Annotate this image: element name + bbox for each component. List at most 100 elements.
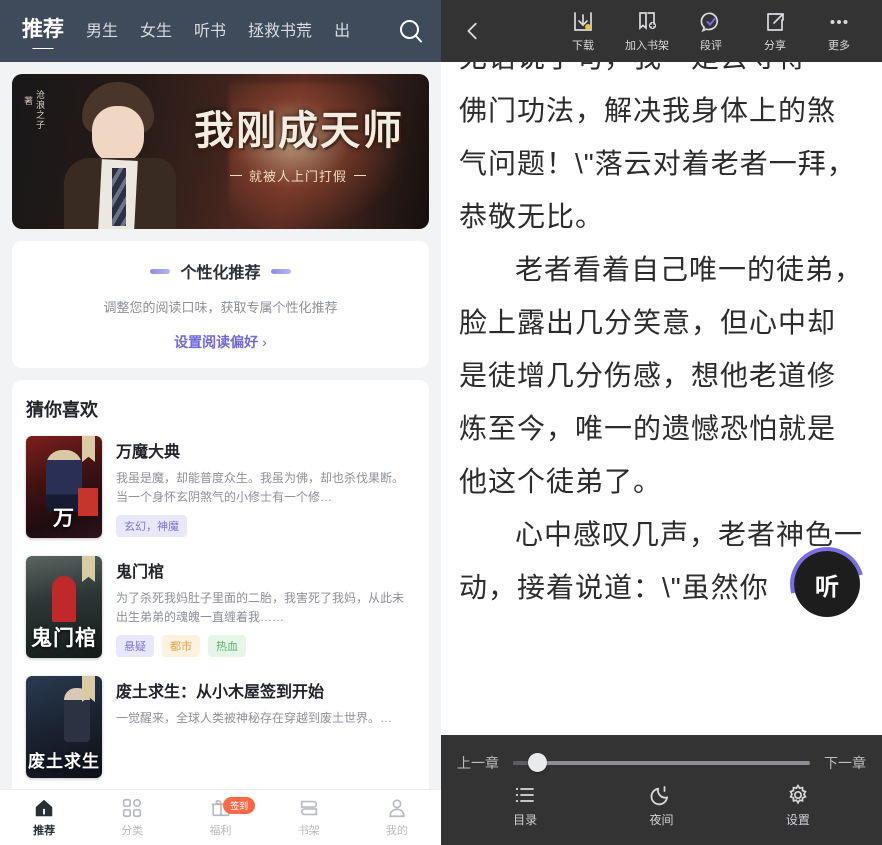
tag[interactable]: 热血 [208, 635, 246, 658]
checkin-badge[interactable]: 签到 [223, 797, 256, 814]
tabbar-item-welfare[interactable]: 签到 福利 [176, 797, 264, 838]
book-cover[interactable]: 鬼门棺 [26, 556, 102, 658]
tab-recommend[interactable]: 推荐 [22, 13, 64, 49]
category-tabs: 推荐 男生 女生 听书 拯救书荒 出 [22, 13, 391, 49]
banner-subtitle-block: 就被人上门打假 [201, 166, 395, 185]
list-item[interactable]: 万 万魔大典 我虽是魔，却能普度众生。我虽为佛，却也杀伐果断。当一个身怀玄阴煞气… [26, 436, 415, 538]
book-title: 鬼门棺 [116, 564, 165, 581]
tag[interactable]: 玄幻，神魔 [116, 515, 187, 538]
prev-chapter-button[interactable]: 上一章 [457, 753, 499, 773]
cover-title-text: 废土求生 [28, 752, 100, 771]
tab-label: 女生 [140, 23, 173, 40]
book-description: 为了杀死我妈肚子里面的二胎，我害死了我妈，从此未出生弟弟的魂魄一直缠着我…… [116, 591, 405, 624]
download-button[interactable]: 下载 [552, 10, 614, 53]
book-info: 废土求生：从小木屋签到开始 一觉醒来，全球人类被神秘存在穿越到废土世界。… [116, 676, 415, 778]
action-label: 目录 [513, 812, 538, 827]
tabbar-item-bookshelf[interactable]: 书架 [265, 797, 353, 838]
bookstore-scroll-area[interactable]: 沧浪之子 著 我刚成天师 就被人上门打假 个性化推荐 调整您的阅读口味，获取专属… [0, 62, 441, 789]
chevron-left-icon [467, 22, 477, 40]
banner-author-name: 沧浪之子 [35, 90, 45, 130]
action-label: 设置 [785, 812, 810, 827]
next-chapter-button[interactable]: 下一章 [824, 753, 866, 773]
toolbar-label: 更多 [828, 39, 850, 52]
tabbar-label: 福利 [209, 825, 232, 837]
chapter-navigation-row: 上一章 下一章 [457, 753, 866, 773]
bookstore-panel: 推荐 男生 女生 听书 拯救书荒 出 沧浪之子 著 我刚成天师 就被人上门打假 … [0, 0, 441, 845]
clipped-previous-line: 无语说了句，我一是去寻得 [459, 62, 864, 84]
guess-you-like-section: 猜你喜欢 万 万魔大典 我虽是魔，却能普度众生。我虽为佛，却也杀伐果断。当一个身… [12, 380, 429, 789]
banner-title-text: 我刚成天师 [194, 108, 404, 153]
list-icon [516, 787, 535, 802]
guess-you-like-heading: 猜你喜欢 [26, 400, 98, 420]
list-item[interactable]: 鬼门棺 鬼门棺 为了杀死我妈肚子里面的二胎，我害死了我妈，从此未出生弟弟的魂魄一… [26, 556, 415, 658]
ribbon-badge-icon [82, 676, 95, 702]
search-button[interactable] [391, 11, 431, 51]
reader-toolbar: 下载 加入书架 段评 分享 更多 [441, 0, 882, 62]
moon-icon [651, 785, 669, 805]
app-screenshot: 推荐 男生 女生 听书 拯救书荒 出 沧浪之子 著 我刚成天师 就被人上门打假 … [0, 0, 882, 845]
tab-label: 男生 [86, 23, 119, 40]
more-button[interactable]: 更多 [808, 10, 870, 53]
tab-save-book-famine[interactable]: 拯救书荒 [248, 17, 312, 47]
tabbar-item-category[interactable]: 分类 [88, 797, 176, 838]
share-icon [767, 12, 784, 31]
tab-male[interactable]: 男生 [86, 17, 118, 47]
tab-audiobook[interactable]: 听书 [194, 17, 226, 47]
book-tags: 玄幻，神魔 [116, 515, 415, 538]
catalog-button[interactable]: 目录 [457, 783, 593, 828]
top-navigation-bar: 推荐 男生 女生 听书 拯救书荒 出 [0, 0, 441, 62]
banner-container: 沧浪之子 著 我刚成天师 就被人上门打假 [0, 62, 441, 229]
reader-content-area[interactable]: 无语说了句，我一是去寻得 佛门功法，解决我身体上的煞气问题！\"落云对着老者一拜… [441, 62, 882, 735]
chevron-right-icon: › [262, 334, 267, 350]
add-to-bookshelf-button[interactable]: 加入书架 [616, 10, 678, 53]
bottom-tab-bar: 推荐 分类 签到 福利 书架 我的 [0, 789, 441, 845]
paragraph-comment-button[interactable]: 段评 [680, 10, 742, 53]
banner-author: 沧浪之子 著 [22, 90, 46, 130]
tabbar-label: 分类 [121, 825, 144, 837]
tab-label: 出 [334, 23, 351, 40]
ribbon-badge-icon [82, 436, 95, 462]
book-cover[interactable]: 废土求生 [26, 676, 102, 778]
book-cover[interactable]: 万 [26, 436, 102, 538]
featured-book-banner[interactable]: 沧浪之子 著 我刚成天师 就被人上门打假 [12, 74, 429, 229]
toolbar-label: 加入书架 [625, 39, 669, 52]
book-info: 鬼门棺 为了杀死我妈肚子里面的二胎，我害死了我妈，从此未出生弟弟的魂魄一直缠着我… [116, 556, 415, 658]
list-item[interactable]: 废土求生 废土求生：从小木屋签到开始 一觉醒来，全球人类被神秘存在穿越到废土世界… [26, 676, 415, 778]
chapter-progress-slider[interactable] [513, 753, 810, 772]
listen-button[interactable]: 听 [794, 551, 860, 617]
tabbar-item-mine[interactable]: 我的 [353, 797, 441, 838]
gear-icon [789, 783, 807, 804]
paragraph: 佛门功法，解决我身体上的煞气问题！\"落云对着老者一拜，恭敬无比。 [459, 95, 856, 232]
tab-publish[interactable]: 出 [334, 17, 350, 47]
tag[interactable]: 悬疑 [116, 635, 154, 658]
night-mode-button[interactable]: 夜间 [593, 783, 729, 828]
ribbon-badge-icon [82, 556, 95, 582]
reader-controls: 上一章 下一章 目录 夜间 设置 [441, 735, 882, 845]
download-icon [574, 11, 592, 31]
grid-icon [123, 798, 142, 818]
toolbar-label: 下载 [572, 39, 594, 52]
banner-byline: 著 [23, 96, 33, 106]
deco-dash-right-icon [270, 268, 291, 274]
share-button[interactable]: 分享 [744, 10, 806, 53]
settings-button[interactable]: 设置 [730, 783, 866, 828]
cover-title-text: 鬼门棺 [31, 626, 97, 650]
set-reading-preference-link[interactable]: 设置阅读偏好 › [26, 332, 415, 352]
home-icon [35, 799, 53, 817]
book-description: 一觉醒来，全球人类被神秘存在穿越到废土世界。… [116, 711, 393, 725]
toolbar-label: 分享 [764, 39, 786, 52]
tag[interactable]: 都市 [162, 635, 200, 658]
slider-thumb[interactable] [527, 753, 547, 772]
cover-corner-badge [78, 488, 98, 516]
reader-toolbar-actions: 下载 加入书架 段评 分享 更多 [552, 10, 874, 53]
bookshelf-icon [300, 800, 317, 816]
tab-female[interactable]: 女生 [140, 17, 172, 47]
paragraph: 老者看着自己唯一的徒弟，脸上露出几分笑意，但心中却是徒增几分伤感，想他老道修炼至… [459, 254, 864, 497]
tab-label: 拯救书荒 [248, 23, 313, 40]
tabbar-label: 我的 [385, 825, 408, 837]
back-button[interactable] [453, 11, 493, 51]
tabbar-item-recommend[interactable]: 推荐 [0, 797, 88, 838]
action-label: 夜间 [649, 812, 674, 827]
slider-track [513, 760, 810, 765]
personalized-recommendation-card: 个性化推荐 调整您的阅读口味，获取专属个性化推荐 设置阅读偏好 › [12, 241, 429, 368]
